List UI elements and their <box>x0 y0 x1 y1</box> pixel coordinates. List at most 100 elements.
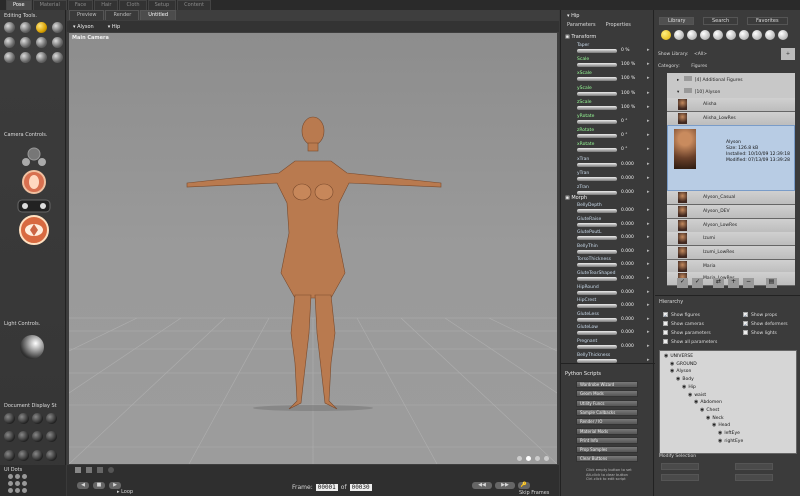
library-item[interactable]: Alisha <box>667 98 795 112</box>
visibility-eye-icon[interactable]: ◉ <box>700 407 704 413</box>
light-sphere-icon[interactable] <box>20 335 44 359</box>
tree-node[interactable]: ◉ Alyson <box>670 368 691 375</box>
materials-category-icon[interactable] <box>765 30 775 40</box>
category-select[interactable]: Figures <box>691 64 707 69</box>
python-script-button[interactable]: Clear Buttons <box>576 455 638 463</box>
param-value[interactable]: 100 % <box>621 91 635 96</box>
param-dial[interactable] <box>577 176 617 181</box>
display-style-icon[interactable] <box>18 413 29 424</box>
param-row[interactable]: HipCrest 0.000 ▸ <box>565 298 651 312</box>
skip-frames-toggle[interactable]: Skip Frames <box>519 490 549 496</box>
param-value[interactable]: 0.000 <box>621 276 634 281</box>
param-row[interactable]: zRotate 0 ° ▸ <box>565 128 651 142</box>
visibility-eye-icon[interactable]: ◉ <box>688 392 692 398</box>
python-script-button[interactable]: Geom Mods <box>576 390 638 398</box>
visibility-eye-icon[interactable]: ◉ <box>670 361 674 367</box>
param-row[interactable]: Scale 100 % ▸ <box>565 57 651 71</box>
param-value[interactable]: 0.000 <box>621 222 634 227</box>
add-folder-icon[interactable]: + <box>781 48 795 60</box>
hierarchy-option[interactable]: Show all parameters <box>663 339 717 345</box>
param-value[interactable]: 0.000 <box>621 249 634 254</box>
python-script-button[interactable]: Print Info <box>576 436 638 444</box>
visibility-eye-icon[interactable]: ◉ <box>682 384 686 390</box>
tab-favorites[interactable]: Favorites <box>747 17 788 25</box>
param-dial[interactable] <box>577 91 617 96</box>
param-menu-arrow-icon[interactable]: ▸ <box>647 61 650 67</box>
param-value[interactable]: 100 % <box>621 62 635 67</box>
viewport-dot[interactable] <box>526 456 531 461</box>
view-magnifier-icon[interactable] <box>20 52 31 63</box>
param-menu-arrow-icon[interactable]: ▸ <box>647 118 650 124</box>
param-value[interactable]: 0.000 <box>621 330 634 335</box>
ui-dot[interactable] <box>22 488 27 493</box>
frame-current-field[interactable]: 00001 <box>315 484 338 491</box>
add-to-library-icon[interactable]: + <box>728 278 739 288</box>
param-dial[interactable] <box>577 263 617 268</box>
visibility-eye-icon[interactable]: ◉ <box>664 353 668 359</box>
apply-library-preset-icon[interactable]: ✓ <box>677 278 688 288</box>
twist-icon[interactable] <box>20 22 31 33</box>
hierarchy-option[interactable]: Show figures <box>663 312 700 318</box>
param-dial[interactable] <box>577 236 617 241</box>
param-value[interactable]: 0.000 <box>621 262 634 267</box>
tree-node[interactable]: ◉ Neck <box>706 415 724 422</box>
python-script-button[interactable]: Sample Callbacks <box>576 408 638 416</box>
sphere-icon[interactable] <box>108 467 114 473</box>
param-dial[interactable] <box>577 304 617 309</box>
room-tab-content[interactable]: Content <box>177 0 212 10</box>
apply-double-icon[interactable]: ✓ <box>692 278 703 288</box>
python-script-button[interactable]: Material Mods <box>576 427 638 435</box>
display-style-icon[interactable] <box>32 449 43 461</box>
visibility-eye-icon[interactable]: ◉ <box>718 438 722 444</box>
param-dial[interactable] <box>577 120 617 124</box>
param-dial[interactable] <box>577 358 617 363</box>
param-menu-arrow-icon[interactable]: ▸ <box>647 261 650 267</box>
param-dial[interactable] <box>577 345 617 349</box>
direct-manipulation-icon[interactable] <box>52 52 63 63</box>
morph-section-title[interactable]: ▣ Morph <box>565 195 587 201</box>
param-value[interactable]: 0.000 <box>621 190 634 195</box>
param-dial[interactable] <box>577 49 617 53</box>
grid-icon[interactable] <box>86 467 92 473</box>
hands-category-icon[interactable] <box>713 30 723 40</box>
param-dial[interactable] <box>577 317 617 322</box>
visibility-eye-icon[interactable]: ◉ <box>670 368 674 374</box>
window-icon[interactable] <box>75 467 81 473</box>
rotate-icon[interactable] <box>4 22 15 33</box>
library-item[interactable]: Alyson_LowRes <box>667 219 795 233</box>
tree-node[interactable]: ◉ UNIVERSE <box>664 353 693 360</box>
rewind-button[interactable]: ◀ <box>77 482 89 489</box>
param-row[interactable]: TorsoThickness 0.000 ▸ <box>565 257 651 271</box>
room-tab-material[interactable]: Material <box>32 0 67 10</box>
python-script-button[interactable]: Utility Funcs <box>576 399 638 407</box>
tree-node[interactable]: ◉ Head <box>712 422 730 429</box>
param-value[interactable]: 0 ° <box>621 147 628 152</box>
prev-keyframe-button[interactable]: ◀◀ <box>472 482 492 489</box>
param-dial[interactable] <box>577 222 617 227</box>
param-row[interactable]: zScale 100 % ▸ <box>565 100 651 114</box>
display-style-icon[interactable] <box>32 413 43 424</box>
param-value[interactable]: 0.000 <box>621 317 634 322</box>
hierarchy-option[interactable]: Show parameters <box>663 330 711 336</box>
cameras-category-icon[interactable] <box>752 30 762 40</box>
viewport-dot[interactable] <box>544 456 549 461</box>
tree-node[interactable]: ◉ Hip <box>682 384 696 391</box>
param-menu-arrow-icon[interactable]: ▸ <box>647 104 650 110</box>
param-menu-arrow-icon[interactable]: ▸ <box>647 90 650 96</box>
param-menu-arrow-icon[interactable]: ▸ <box>647 248 650 254</box>
param-row[interactable]: yRotate 0 ° ▸ <box>565 114 651 128</box>
param-value[interactable]: 0.000 <box>621 303 634 308</box>
param-dial[interactable] <box>577 77 617 82</box>
tab-properties[interactable]: Properties <box>606 22 631 28</box>
library-item[interactable]: Izumi_LowRes <box>667 246 795 260</box>
doc-tab-untitled[interactable]: Untitled <box>140 10 177 20</box>
modify-button[interactable] <box>735 463 773 470</box>
checkbox[interactable] <box>663 321 668 326</box>
param-menu-arrow-icon[interactable]: ▸ <box>647 302 650 308</box>
param-menu-arrow-icon[interactable]: ▸ <box>647 75 650 81</box>
param-dial[interactable] <box>577 162 617 167</box>
loop-toggle[interactable]: ▸ Loop <box>117 489 133 495</box>
ui-dot[interactable] <box>8 474 13 479</box>
viewport-dot[interactable] <box>517 456 522 461</box>
figures-category-icon[interactable] <box>661 30 671 40</box>
